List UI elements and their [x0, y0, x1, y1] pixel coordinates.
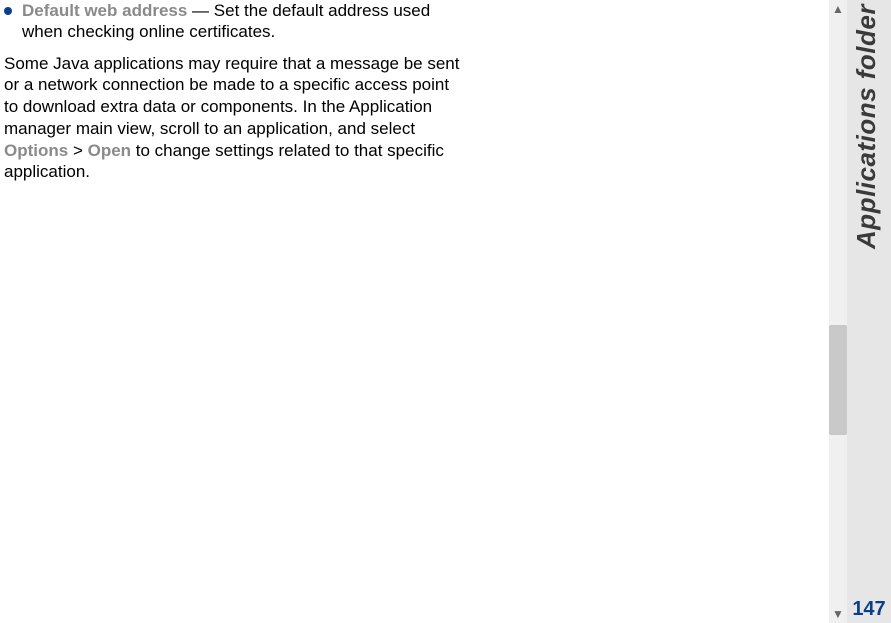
- section-title: Applications folder: [851, 4, 887, 249]
- bullet-term: Default web address: [22, 1, 187, 20]
- scroll-down-icon[interactable]: ▼: [829, 605, 847, 623]
- side-tab: Applications folder 147: [847, 0, 891, 623]
- paragraph: Some Java applications may require that …: [4, 53, 464, 184]
- bullet-body: Default web address — Set the default ad…: [22, 0, 464, 43]
- para-text-1: Some Java applications may require that …: [4, 54, 459, 138]
- scrollbar-thumb[interactable]: [829, 325, 847, 435]
- page: Default web address — Set the default ad…: [0, 0, 891, 623]
- bullet-dash: —: [187, 1, 213, 20]
- bullet-item: Default web address — Set the default ad…: [4, 0, 464, 43]
- page-number: 147: [847, 598, 891, 621]
- options-label: Options: [4, 141, 68, 160]
- scroll-up-icon[interactable]: ▲: [829, 0, 847, 18]
- para-gt: >: [68, 141, 87, 160]
- scrollbar-track[interactable]: [829, 0, 847, 623]
- open-label: Open: [88, 141, 131, 160]
- bullet-dot-icon: [4, 7, 12, 15]
- text-column: Default web address — Set the default ad…: [4, 0, 464, 183]
